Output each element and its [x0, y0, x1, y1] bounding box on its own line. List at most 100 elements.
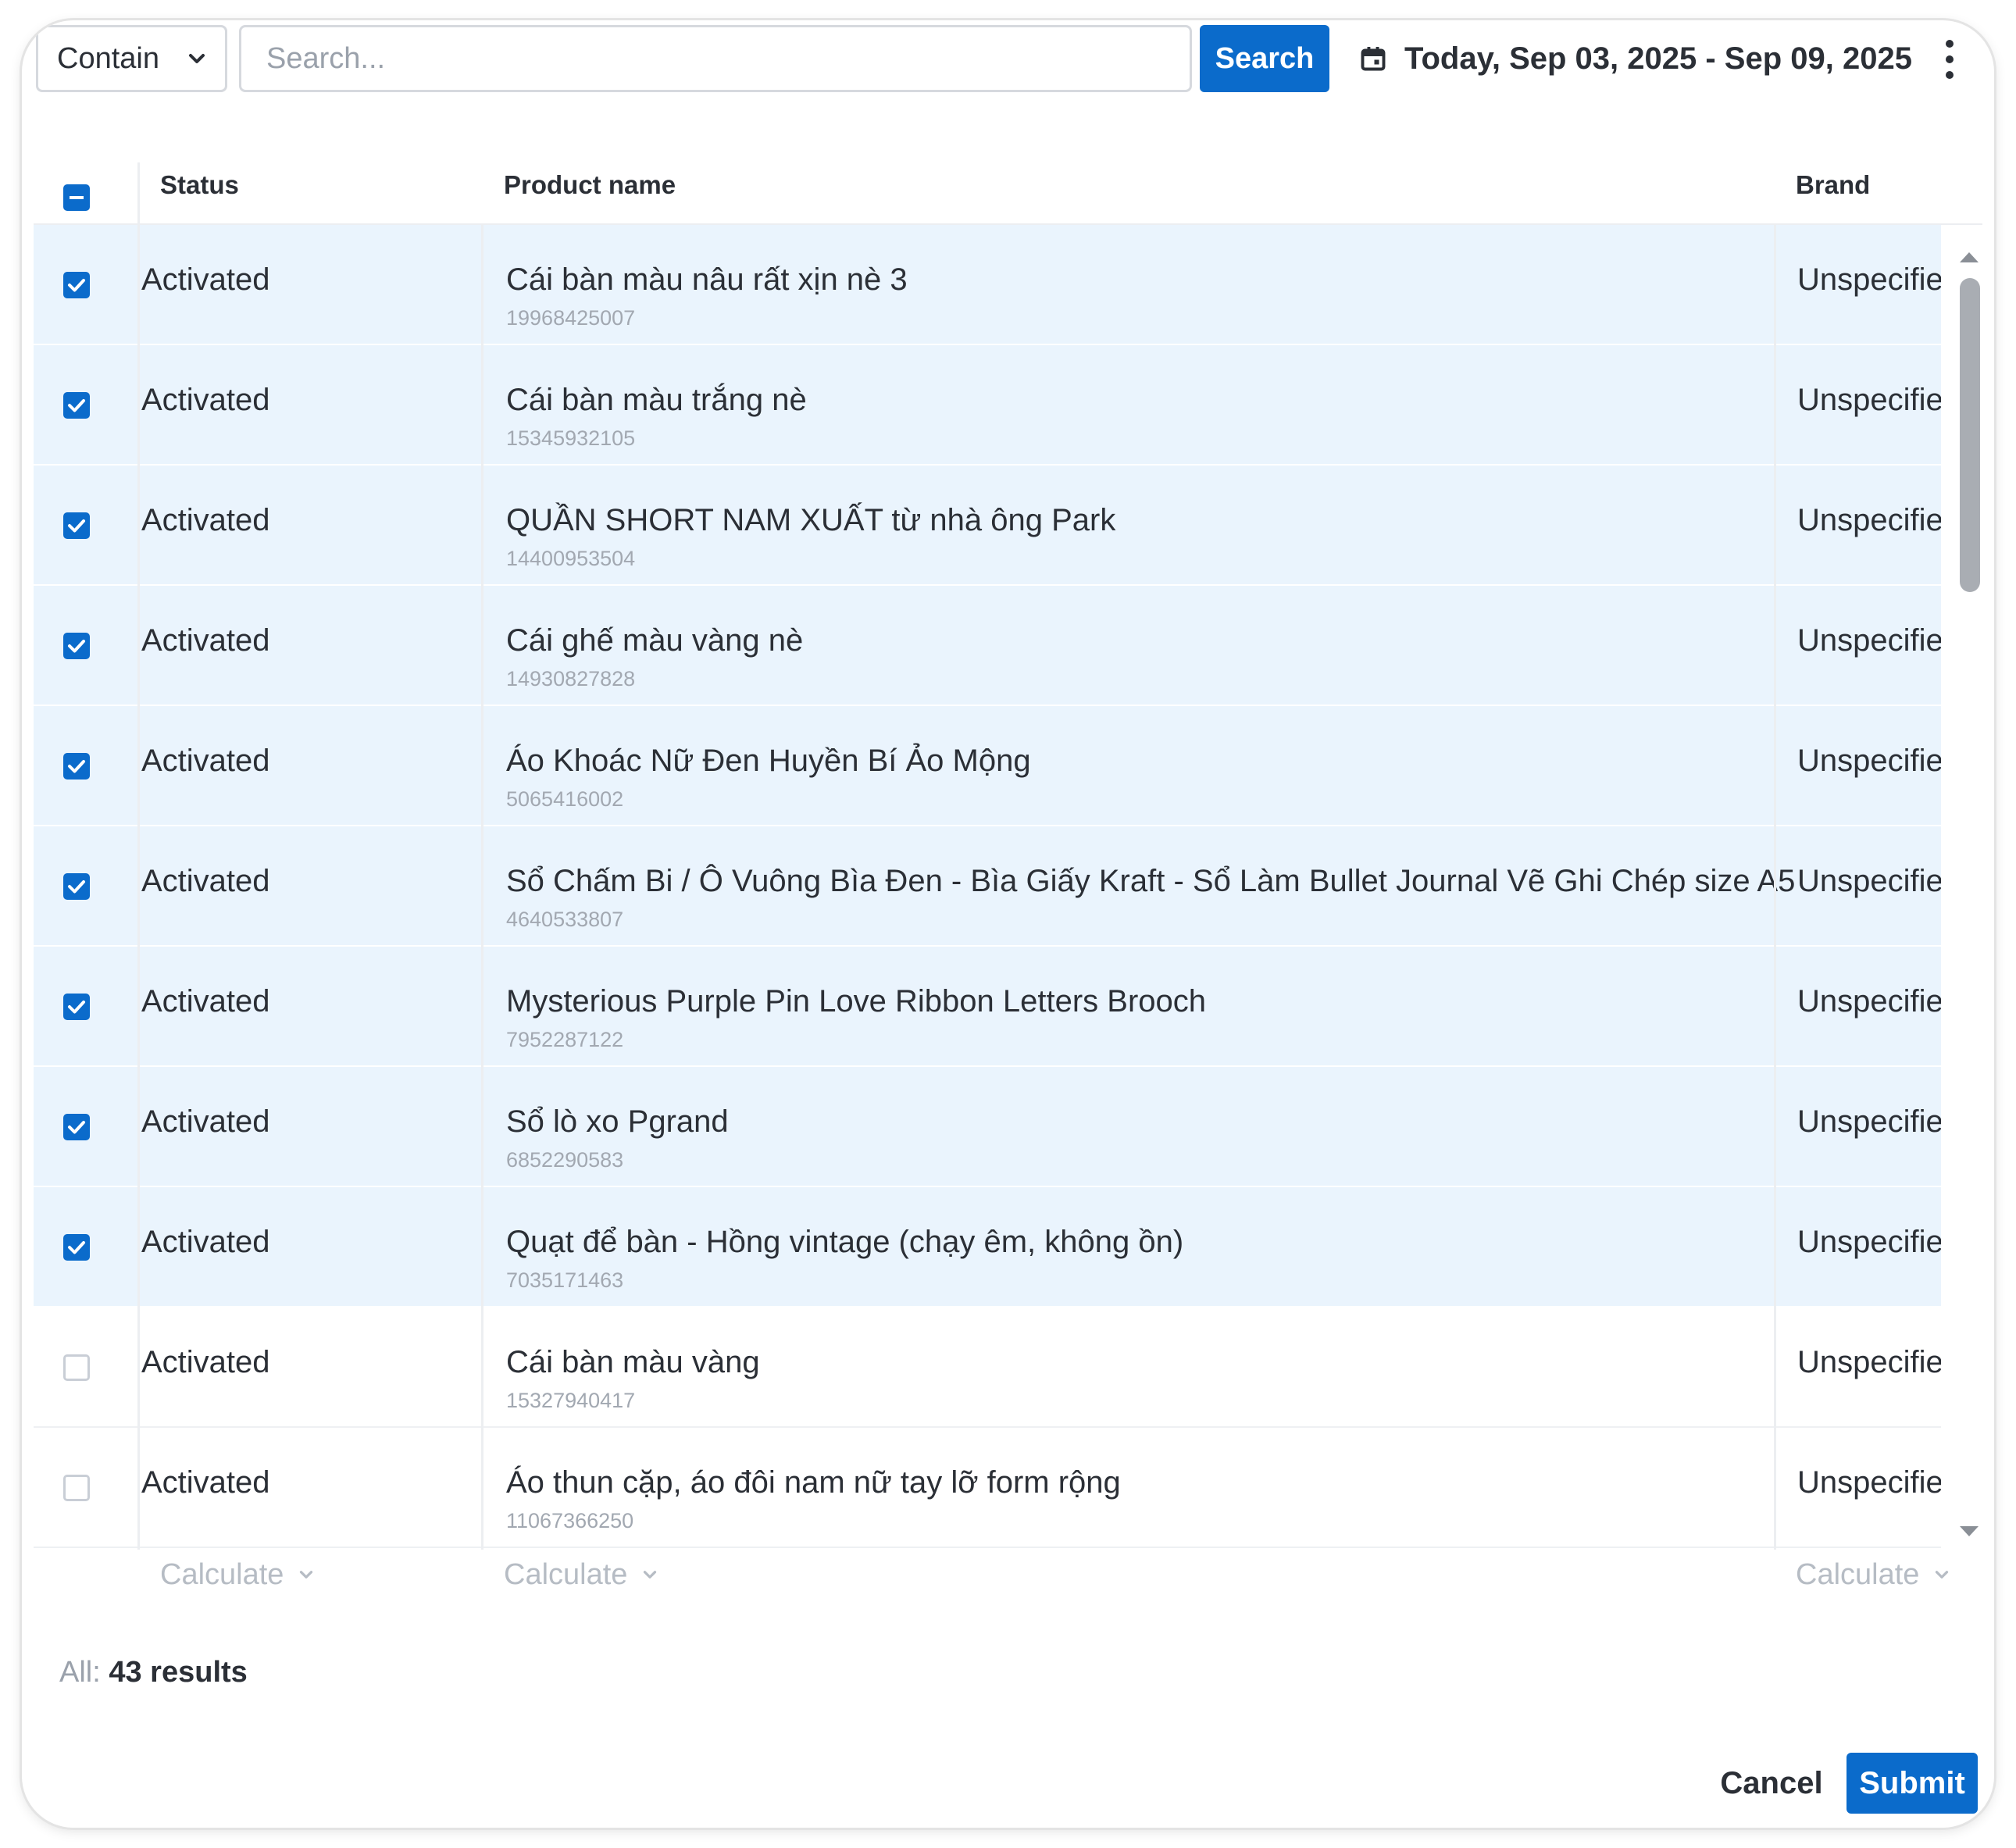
calculate-status-dropdown[interactable]: Calculate	[160, 1547, 316, 1603]
cancel-button[interactable]: Cancel	[1709, 1753, 1834, 1814]
row-checkbox[interactable]	[63, 873, 90, 900]
toolbar: Contain Search Today, Sep 03, 2025 - Sep…	[22, 20, 1994, 137]
row-checkbox[interactable]	[63, 512, 90, 539]
column-header-status[interactable]: Status	[160, 145, 239, 225]
column-divider	[1774, 225, 1776, 1550]
row-product-name: Áo Khoác Nữ Đen Huyền Bí Ảo Mộng	[506, 744, 1031, 778]
calculate-label: Calculate	[160, 1557, 284, 1591]
table-row[interactable]: Activated Quạt để bàn - Hồng vintage (chạ…	[34, 1187, 1941, 1308]
table-row[interactable]: Activated Sổ Chấm Bi / Ô Vuông Bìa Đen - …	[34, 826, 1941, 947]
vertical-scrollbar-thumb[interactable]	[1960, 278, 1980, 592]
row-product-id: 7035171463	[506, 1268, 624, 1292]
checkbox-indeterminate-icon	[70, 196, 84, 199]
table-row[interactable]: Activated Cái ghế màu vàng nè 14930827828 U…	[34, 586, 1941, 706]
column-divider	[137, 162, 140, 1550]
row-status: Activated	[141, 864, 270, 898]
more-vertical-icon[interactable]	[1934, 36, 1965, 83]
row-product-id: 15327940417	[506, 1389, 636, 1412]
row-checkbox[interactable]	[63, 753, 90, 780]
checkmark-icon	[68, 279, 85, 292]
table-row[interactable]: Activated QUẦN SHORT NAM XUẤT từ nhà ông …	[34, 466, 1941, 586]
table-row[interactable]: Activated Mysterious Purple Pin Love Ribb…	[34, 947, 1941, 1067]
table-row[interactable]: Activated Cái bàn màu vàng 15327940417 Unsp…	[34, 1308, 1941, 1428]
submit-button[interactable]: Submit	[1847, 1753, 1978, 1814]
chevron-down-icon	[189, 54, 205, 63]
row-brand: Unspecified	[1797, 1225, 1941, 1259]
row-checkbox[interactable]	[63, 633, 90, 659]
row-product-id: 4640533807	[506, 908, 624, 931]
row-checkbox[interactable]	[63, 272, 90, 298]
column-header-brand[interactable]: Brand	[1796, 145, 1870, 225]
scroll-up-arrow-icon[interactable]	[1957, 248, 1982, 266]
table-body: Activated Cái bàn màu nâu rất xịn nè 3 199…	[34, 225, 1941, 1551]
row-product-name: Sổ Chấm Bi / Ô Vuông Bìa Đen - Bìa Giấy …	[506, 864, 1796, 898]
match-mode-select[interactable]: Contain	[36, 25, 227, 92]
row-brand: Unspecified	[1797, 623, 1941, 658]
row-checkbox[interactable]	[63, 994, 90, 1020]
row-status: Activated	[141, 744, 270, 778]
row-product-id: 14930827828	[506, 667, 636, 690]
row-status: Activated	[141, 623, 270, 658]
results-summary: All: 43 results	[59, 1656, 248, 1689]
checkmark-icon	[68, 880, 85, 894]
column-header-product-name[interactable]: Product name	[504, 145, 676, 225]
table-row[interactable]: Activated Cái bàn màu trắng nè 15345932105…	[34, 345, 1941, 466]
date-range-picker[interactable]: Today, Sep 03, 2025 - Sep 09, 2025	[1359, 25, 1912, 92]
row-brand: Unspecified	[1797, 383, 1941, 417]
row-product-name: Cái bàn màu trắng nè	[506, 383, 807, 417]
row-product-name: QUẦN SHORT NAM XUẤT từ nhà ông Park	[506, 503, 1116, 537]
row-brand: Unspecified	[1797, 1465, 1941, 1500]
row-status: Activated	[141, 503, 270, 537]
row-status: Activated	[141, 262, 270, 297]
date-range-label: Today, Sep 03, 2025 - Sep 09, 2025	[1404, 41, 1912, 76]
row-checkbox[interactable]	[63, 1114, 90, 1140]
search-input[interactable]	[239, 25, 1192, 92]
match-mode-value: Contain	[57, 41, 159, 75]
calculate-label: Calculate	[1796, 1557, 1920, 1591]
table-row[interactable]: Activated Áo Khoác Nữ Đen Huyền Bí Ảo Mộn…	[34, 706, 1941, 826]
row-product-id: 15345932105	[506, 426, 636, 450]
row-product-id: 6852290583	[506, 1148, 624, 1172]
row-product-id: 14400953504	[506, 547, 636, 570]
scroll-down-arrow-icon[interactable]	[1957, 1523, 1982, 1540]
table-row[interactable]: Activated Áo thun cặp, áo đôi nam nữ tay …	[34, 1428, 1941, 1548]
results-prefix: All:	[59, 1656, 101, 1689]
checkmark-icon	[68, 760, 85, 773]
row-status: Activated	[141, 1345, 270, 1379]
row-product-name: Áo thun cặp, áo đôi nam nữ tay lỡ form r…	[506, 1465, 1121, 1500]
row-checkbox[interactable]	[63, 1234, 90, 1261]
table-header: Status Product name Brand	[34, 145, 1982, 225]
row-product-name: Cái ghế màu vàng nè	[506, 623, 804, 658]
calculate-brand-dropdown[interactable]: Calculate	[1796, 1547, 1952, 1603]
checkmark-icon	[68, 640, 85, 653]
row-status: Activated	[141, 984, 270, 1019]
row-checkbox[interactable]	[63, 392, 90, 419]
row-checkbox[interactable]	[63, 1475, 90, 1501]
row-checkbox[interactable]	[63, 1354, 90, 1381]
results-count: 43 results	[109, 1656, 248, 1689]
select-all-checkbox[interactable]	[63, 184, 90, 211]
row-product-id: 5065416002	[506, 787, 624, 811]
checkmark-icon	[68, 1001, 85, 1014]
row-brand: Unspecified	[1797, 984, 1941, 1019]
row-status: Activated	[141, 1225, 270, 1259]
calculate-product-name-dropdown[interactable]: Calculate	[504, 1547, 660, 1603]
table-row[interactable]: Activated Cái bàn màu nâu rất xịn nè 3 199…	[34, 225, 1941, 345]
column-divider	[481, 225, 483, 1550]
row-product-id: 11067366250	[506, 1509, 634, 1532]
chevron-down-icon	[1936, 1571, 1949, 1579]
row-product-name: Sổ lò xo Pgrand	[506, 1104, 729, 1139]
checkmark-icon	[68, 1241, 85, 1254]
checkmark-icon	[68, 1121, 85, 1134]
row-product-name: Mysterious Purple Pin Love Ribbon Letter…	[506, 984, 1207, 1019]
search-button[interactable]: Search	[1200, 25, 1329, 92]
row-product-name: Cái bàn màu vàng	[506, 1345, 760, 1379]
product-picker-dialog: Contain Search Today, Sep 03, 2025 - Sep…	[22, 20, 1994, 1828]
row-brand: Unspecified	[1797, 1104, 1941, 1139]
row-brand: Unspecified	[1797, 744, 1941, 778]
row-status: Activated	[141, 383, 270, 417]
calendar-icon	[1361, 47, 1386, 71]
checkmark-icon	[68, 399, 85, 412]
table-row[interactable]: Activated Sổ lò xo Pgrand 6852290583 Unspec…	[34, 1067, 1941, 1187]
row-product-id: 19968425007	[506, 306, 636, 330]
